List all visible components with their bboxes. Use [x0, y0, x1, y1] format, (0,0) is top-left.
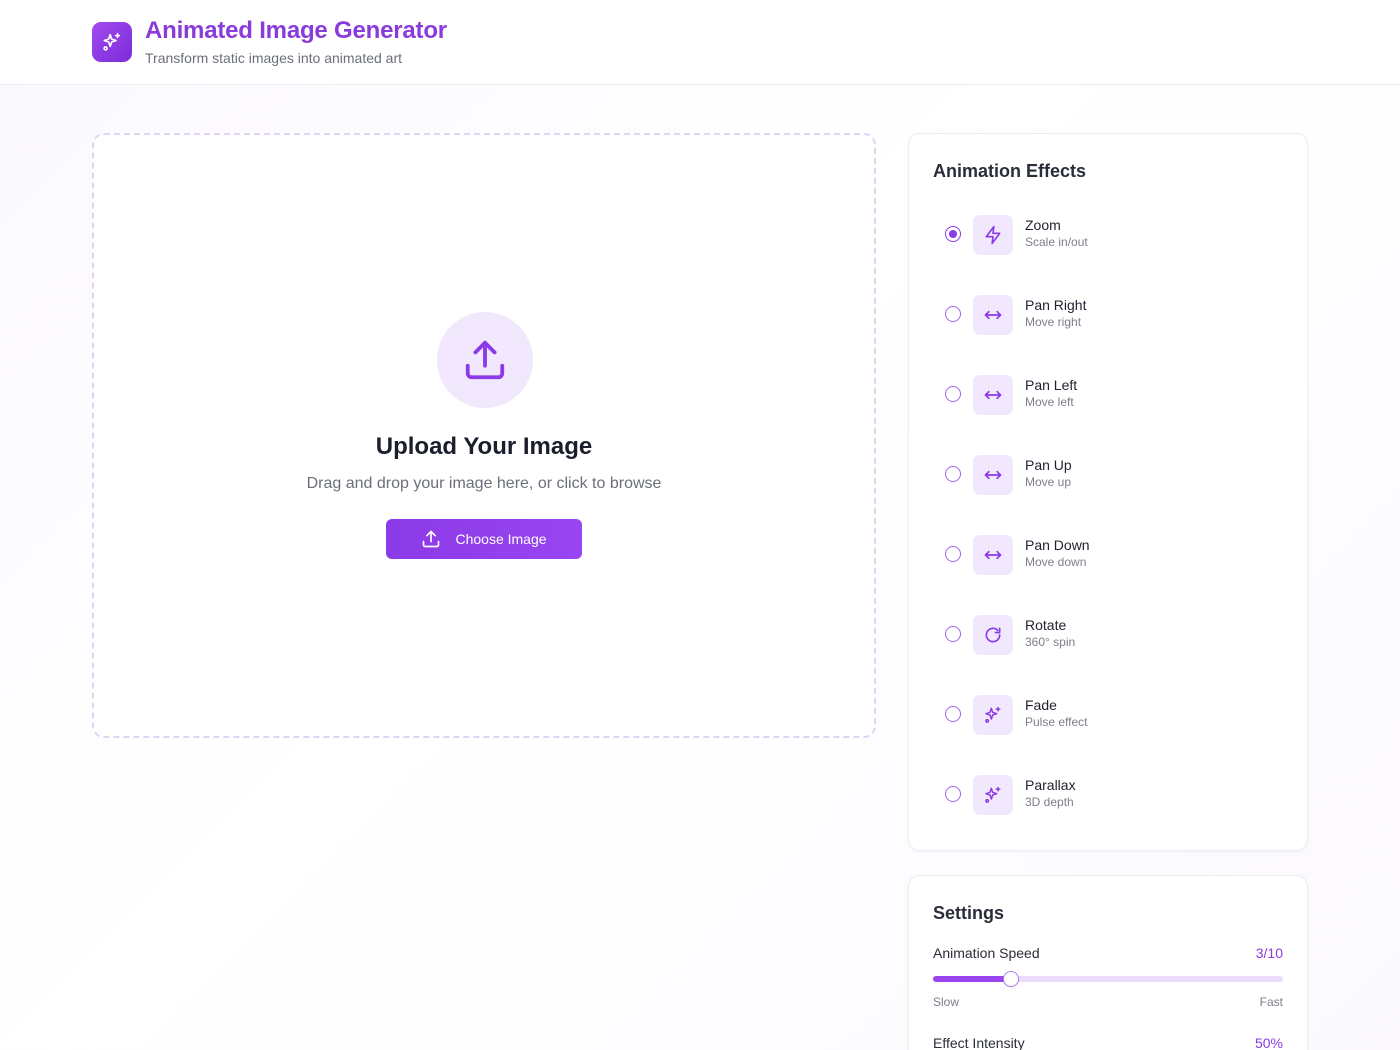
upload-icon — [423, 530, 440, 548]
arrows-horizontal-icon — [973, 375, 1013, 415]
settings-panel: Settings Animation Speed 3/10 Slow Fast … — [908, 875, 1308, 1050]
effect-name: Zoom — [1025, 217, 1061, 233]
slider-fill — [933, 976, 1011, 982]
effect-name: Pan Left — [1025, 377, 1078, 393]
slider-max-label: Fast — [1259, 995, 1283, 1009]
app-title: Animated Image Generator — [145, 17, 447, 44]
effect-name: Pan Right — [1025, 297, 1087, 313]
arrows-horizontal-icon — [973, 535, 1013, 575]
effect-description: Pulse effect — [1025, 715, 1088, 729]
effect-radio[interactable] — [945, 546, 961, 562]
upload-description: Drag and drop your image here, or click … — [306, 475, 662, 492]
effect-radio[interactable] — [945, 786, 961, 802]
effect-option-zoom[interactable]: Zoom Scale in/out — [933, 205, 1283, 265]
effect-radio[interactable] — [945, 626, 961, 642]
animation-effects-panel: Animation Effects Zoom Scale in/out Pan … — [908, 133, 1308, 851]
sparkles-icon — [973, 775, 1013, 815]
sparkles-icon — [973, 695, 1013, 735]
app-header: Animated Image Generator Transform stati… — [0, 0, 1400, 85]
settings-title: Settings — [933, 903, 1005, 923]
effect-intensity-value: 50% — [1254, 1035, 1283, 1050]
effect-option-rotate[interactable]: Rotate 360° spin — [933, 605, 1283, 665]
effect-description: Move left — [1025, 395, 1074, 409]
upload-title: Upload Your Image — [375, 433, 593, 460]
effect-radio[interactable] — [945, 466, 961, 482]
effect-option-pan-left[interactable]: Pan Left Move left — [933, 365, 1283, 425]
rotate-icon — [973, 615, 1013, 655]
slider-min-label: Slow — [933, 995, 960, 1009]
effect-description: Move right — [1025, 315, 1082, 329]
effect-name: Fade — [1025, 697, 1057, 713]
effect-radio[interactable] — [945, 386, 961, 402]
effect-description: 3D depth — [1025, 795, 1074, 809]
effect-option-pan-right[interactable]: Pan Right Move right — [933, 285, 1283, 345]
app-subtitle: Transform static images into animated ar… — [145, 50, 403, 66]
arrows-horizontal-icon — [973, 455, 1013, 495]
effect-radio[interactable] — [945, 226, 961, 242]
effect-description: Move down — [1025, 555, 1087, 569]
effect-description: Move up — [1025, 475, 1072, 489]
effects-title: Animation Effects — [933, 161, 1087, 181]
effect-name: Pan Down — [1025, 537, 1090, 553]
effect-radio[interactable] — [945, 306, 961, 322]
effect-option-pan-down[interactable]: Pan Down Move down — [933, 525, 1283, 585]
choose-image-label: Choose Image — [455, 531, 547, 547]
arrows-horizontal-icon — [973, 295, 1013, 335]
zap-icon — [973, 215, 1013, 255]
effect-name: Pan Up — [1025, 457, 1072, 473]
effect-description: Scale in/out — [1025, 235, 1088, 249]
animation-speed-label: Animation Speed — [933, 945, 1040, 961]
upload-icon — [437, 312, 533, 408]
upload-dropzone[interactable]: Upload Your Image Drag and drop your ima… — [92, 133, 876, 738]
effect-name: Rotate — [1025, 617, 1067, 633]
sparkles-icon — [92, 22, 132, 62]
effect-intensity-label: Effect Intensity — [933, 1035, 1025, 1050]
effect-option-fade[interactable]: Fade Pulse effect — [933, 685, 1283, 745]
slider-thumb[interactable] — [1002, 971, 1019, 987]
animation-speed-slider[interactable] — [933, 971, 1283, 987]
effect-option-pan-up[interactable]: Pan Up Move up — [933, 445, 1283, 505]
choose-image-button[interactable]: Choose Image — [386, 519, 582, 559]
effect-option-parallax[interactable]: Parallax 3D depth — [933, 765, 1283, 825]
animation-speed-value: 3/10 — [1255, 945, 1283, 961]
effect-radio[interactable] — [945, 706, 961, 722]
effect-description: 360° spin — [1025, 635, 1076, 649]
effect-name: Parallax — [1025, 777, 1076, 793]
